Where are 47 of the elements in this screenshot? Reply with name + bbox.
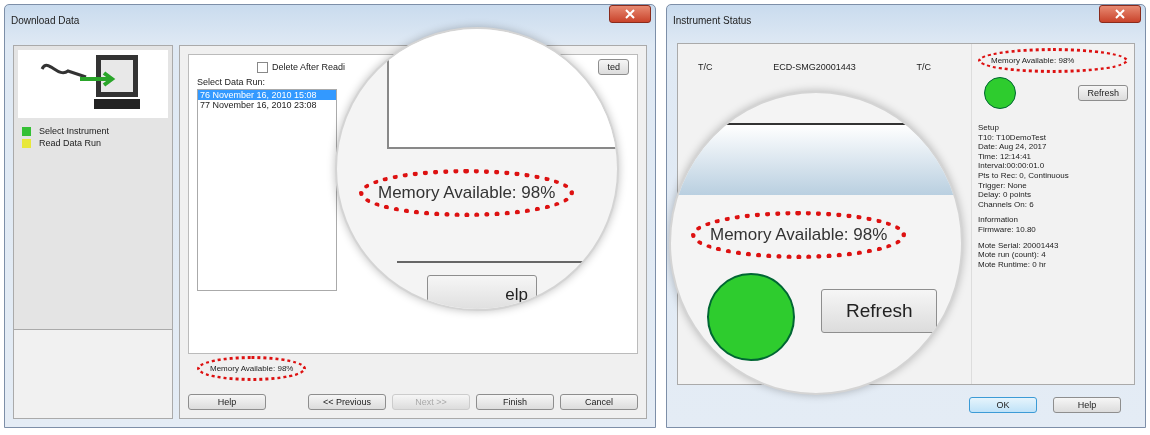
info-line: Interval:00:00:01.0	[978, 161, 1046, 171]
close-button[interactable]	[609, 5, 651, 23]
info-line: Date: Aug 24, 2017	[978, 142, 1048, 152]
wizard-button[interactable]: Help	[188, 394, 266, 410]
window-title: Download Data	[11, 14, 80, 26]
step-label: Read Data Run	[39, 138, 102, 148]
info-line: T10: T10DemoTest	[978, 132, 1047, 143]
wizard-button[interactable]: << Previous	[308, 394, 386, 410]
close-button[interactable]	[1099, 5, 1141, 23]
wizard-button[interactable]: Finish	[476, 394, 554, 410]
list-label: Select Data Run:	[197, 77, 267, 87]
checkbox[interactable]	[257, 61, 268, 73]
magnified-memory-available: Memory Available: 98%	[359, 169, 575, 217]
window-title: Instrument Status	[673, 14, 752, 26]
info-line: Pts to Rec: 0, Continuous	[978, 170, 1070, 181]
status-light	[984, 77, 1016, 109]
step-label: Select Instrument	[39, 126, 110, 136]
close-icon	[1114, 9, 1126, 19]
info-line: Channels On: 6	[978, 199, 1035, 210]
computer-cable-icon	[18, 50, 168, 118]
dialog-button[interactable]: Help	[1053, 397, 1121, 413]
info-line: Trigger: None	[978, 180, 1028, 191]
magnified-memory-available: Memory Available: 98%	[691, 211, 907, 259]
refresh-button[interactable]: Refresh	[1078, 85, 1128, 101]
info-line: Information	[978, 215, 1020, 225]
info-line: Mote Runtime: 0 hr	[978, 259, 1048, 270]
info-line: Mote Serial: 20001443	[978, 240, 1060, 251]
close-icon	[624, 9, 636, 19]
info-line: Delay: 0 points	[978, 190, 1032, 200]
memory-available: Memory Available: 98%	[197, 356, 307, 381]
channel-label: T/C	[698, 62, 713, 72]
info-line: Setup	[978, 123, 1000, 133]
magnified-refresh-button[interactable]: Refresh	[821, 289, 937, 333]
memory-available: Memory Available: 98%	[978, 48, 1128, 73]
data-run-list[interactable]: 76 November 16, 2010 15:08 77 November 16, 2010 23:08	[197, 89, 337, 291]
info-line: Firmware: 10.80	[978, 224, 1037, 235]
channel-label: ECD-SMG20001443	[773, 62, 856, 72]
info-line: Mote run (count): 4	[978, 250, 1047, 260]
delete-after-reading-checkbox[interactable]: Delete After Readi	[257, 61, 346, 73]
checkbox-label: Delete After Readi	[272, 62, 346, 72]
info-line: Time: 12:14:41	[978, 151, 1033, 162]
magnified-help-button[interactable]: elp	[427, 275, 537, 309]
partial-button[interactable]: ted	[598, 59, 629, 75]
dialog-button[interactable]: OK	[969, 397, 1037, 413]
wizard-button[interactable]: Cancel	[560, 394, 638, 410]
list-item[interactable]: 77 November 16, 2010 23:08	[198, 100, 336, 110]
channel-label: T/C	[916, 62, 931, 72]
